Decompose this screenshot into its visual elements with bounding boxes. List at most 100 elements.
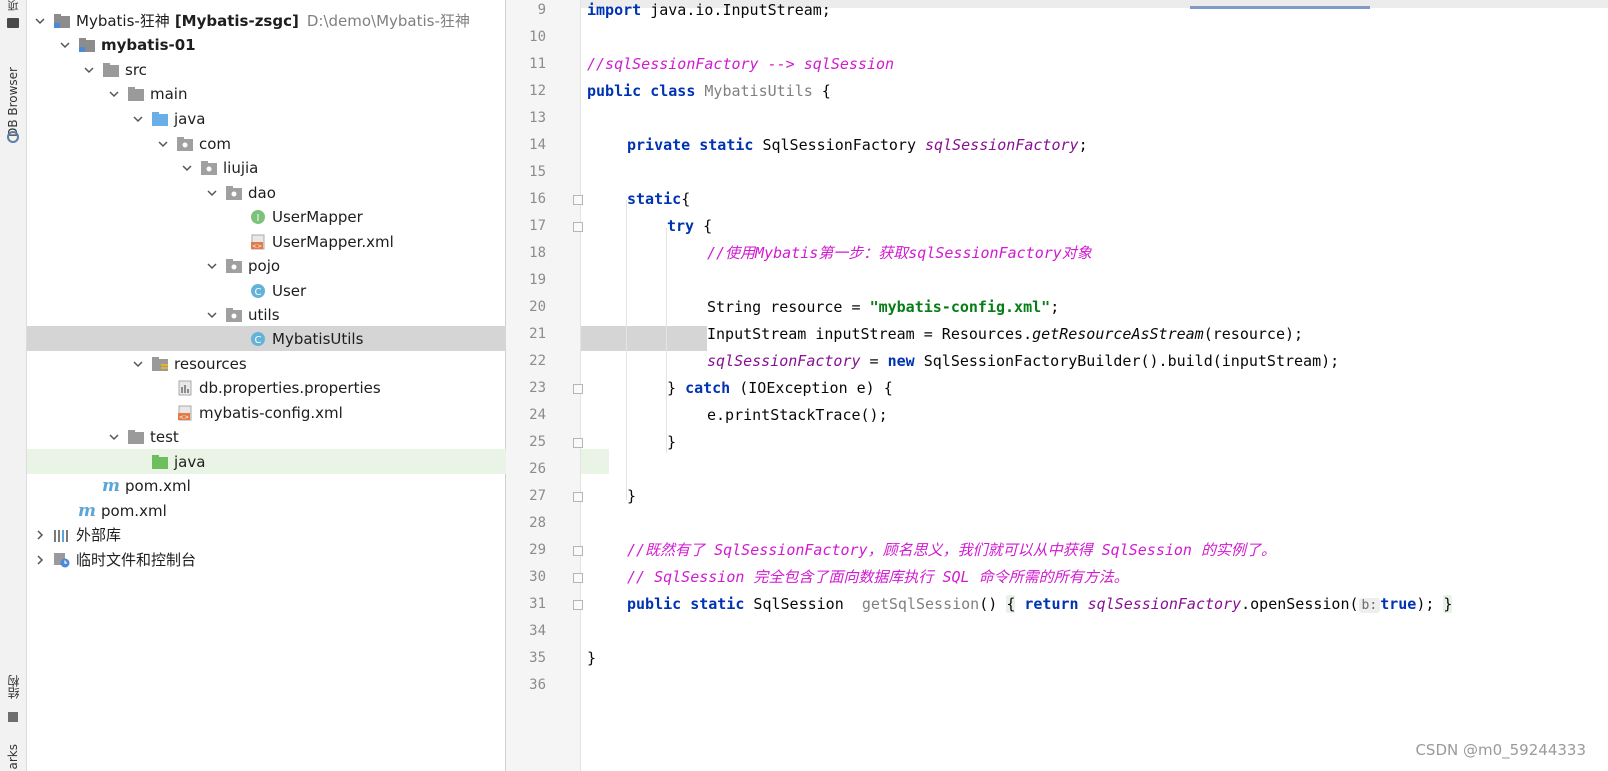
project-tree: Mybatis-狂神 [Mybatis-zsgc] D:\demo\Mybati… <box>27 0 707 771</box>
chevron-down-icon[interactable] <box>205 186 219 200</box>
tree-label: src <box>125 60 147 79</box>
tree-label: liujia <box>223 158 259 177</box>
code-line: private static SqlSessionFactory sqlSess… <box>627 132 1088 159</box>
package-icon <box>225 258 243 274</box>
line-number: 23 <box>529 380 546 396</box>
line-number: 31 <box>529 596 546 612</box>
module-folder-icon <box>78 37 96 53</box>
keyword: return <box>1024 595 1079 613</box>
bookmarks-tool-tab[interactable]: arks <box>0 742 26 771</box>
xml-file-icon: <> <box>176 405 194 421</box>
keyword: private static <box>627 136 754 154</box>
svg-text:<>: <> <box>179 414 189 421</box>
keyword: static <box>627 190 682 208</box>
project-tab-label: 项 <box>7 0 20 11</box>
tree-row-file[interactable]: m pom.xml <box>27 498 536 523</box>
code-text: } <box>587 649 597 667</box>
scratches-icon <box>53 552 71 568</box>
chevron-down-icon[interactable] <box>107 430 121 444</box>
line-number: 25 <box>529 434 546 450</box>
tree-row-folder[interactable]: src <box>27 57 560 82</box>
line-number: 36 <box>529 677 546 693</box>
code-text: } <box>667 379 686 397</box>
code-text: InputStream inputStream = Resources. <box>707 325 1033 343</box>
field-name: sqlSessionFactory <box>925 136 1079 154</box>
code-text: } <box>667 433 677 451</box>
folder-icon <box>127 429 145 445</box>
chevron-down-icon[interactable] <box>205 259 219 273</box>
tree-label: 外部库 <box>76 526 122 544</box>
code-text: .openSession( <box>1241 595 1359 613</box>
folded-region-open[interactable]: { <box>1006 595 1016 613</box>
chevron-down-icon[interactable] <box>82 63 96 77</box>
code-line: public class MybatisUtils { <box>587 78 831 105</box>
code-line: //使用Mybatis第一步：获取sqlSessionFactory对象 <box>707 240 1092 267</box>
tree-row-scratches[interactable]: 临时文件和控制台 <box>27 547 511 572</box>
code-line: import java.io.InputStream; <box>587 0 831 24</box>
structure-tool-tab[interactable]: 结构 <box>0 662 26 712</box>
code-editor[interactable]: import java.io.InputStream; //sqlSession… <box>581 0 1608 771</box>
tree-label: UserMapper.xml <box>272 232 394 251</box>
editor-gutter: 9 10 11 12 13 14 15 16 17 18 19 20 21 22… <box>506 0 583 771</box>
string-literal: "mybatis-config.xml" <box>869 298 1051 316</box>
chevron-down-icon[interactable] <box>205 308 219 322</box>
code-line: sqlSessionFactory = new SqlSessionFactor… <box>707 348 1339 375</box>
code-text: ); <box>1416 595 1435 613</box>
tree-label: MybatisUtils <box>272 329 364 348</box>
line-number: 15 <box>529 164 546 180</box>
parameter-hint: b: <box>1358 598 1381 613</box>
code-text: } <box>627 487 637 505</box>
indent-guide <box>666 228 667 453</box>
code-line: //既然有了 SqlSessionFactory，顾名思义，我们就可以从中获得 … <box>627 537 1276 564</box>
line-number: 11 <box>529 56 546 72</box>
line-number: 20 <box>529 299 546 315</box>
line-number: 10 <box>529 29 546 45</box>
line-number: 19 <box>529 272 546 288</box>
tree-row-folder[interactable]: test <box>27 424 585 449</box>
line-number: 9 <box>537 2 546 18</box>
chevron-down-icon[interactable] <box>180 161 194 175</box>
code-line: //sqlSessionFactory --> sqlSession <box>587 51 894 78</box>
chevron-down-icon[interactable] <box>33 14 47 28</box>
line-number: 17 <box>529 218 546 234</box>
source-folder-icon <box>151 111 169 127</box>
keyword: import <box>587 1 642 19</box>
code-comment: //sqlSessionFactory --> sqlSession <box>587 55 895 73</box>
tree-row-module[interactable]: mybatis-01 <box>27 32 536 57</box>
class-icon: C <box>249 331 267 347</box>
class-name: MybatisUtils <box>695 82 813 100</box>
chevron-right-icon[interactable] <box>33 553 47 567</box>
indent-guide <box>626 200 627 500</box>
database-icon <box>7 131 19 143</box>
project-tool-tab[interactable]: 项 <box>0 0 26 34</box>
code-text: SqlSession <box>744 595 862 613</box>
code-line: static{ <box>627 186 690 213</box>
chevron-down-icon[interactable] <box>58 38 72 52</box>
chevron-down-icon[interactable] <box>156 137 170 151</box>
tree-root-row[interactable]: Mybatis-狂神 [Mybatis-zsgc] D:\demo\Mybati… <box>27 8 511 33</box>
tree-label: java <box>174 109 206 128</box>
tree-label: mybatis-config.xml <box>199 403 343 422</box>
tree-label: mybatis-01 <box>101 35 196 54</box>
tree-label: dao <box>248 183 276 202</box>
tree-row-external-libraries[interactable]: 外部库 <box>27 522 511 547</box>
package-icon <box>200 160 218 176</box>
folder-icon <box>127 86 145 102</box>
code-text: (resource); <box>1203 325 1304 343</box>
line-number: 29 <box>529 542 546 558</box>
code-text: (IOException e) { <box>730 379 893 397</box>
tree-row-folder[interactable]: main <box>27 81 585 106</box>
code-line: public static SqlSession getSqlSession()… <box>627 591 1453 618</box>
line-number: 26 <box>529 461 546 477</box>
folded-region-close[interactable]: } <box>1443 595 1453 613</box>
chevron-down-icon[interactable] <box>131 357 145 371</box>
properties-file-icon <box>176 380 194 396</box>
code-text: SqlSessionFactoryBuilder().build(inputSt… <box>914 352 1340 370</box>
chevron-right-icon[interactable] <box>33 528 47 542</box>
structure-label: 结构 <box>6 675 21 699</box>
xml-file-icon: <> <box>249 234 267 250</box>
tree-row-file[interactable]: m pom.xml <box>27 473 560 498</box>
chevron-down-icon[interactable] <box>131 112 145 126</box>
interface-icon: I <box>249 209 267 225</box>
chevron-down-icon[interactable] <box>107 87 121 101</box>
